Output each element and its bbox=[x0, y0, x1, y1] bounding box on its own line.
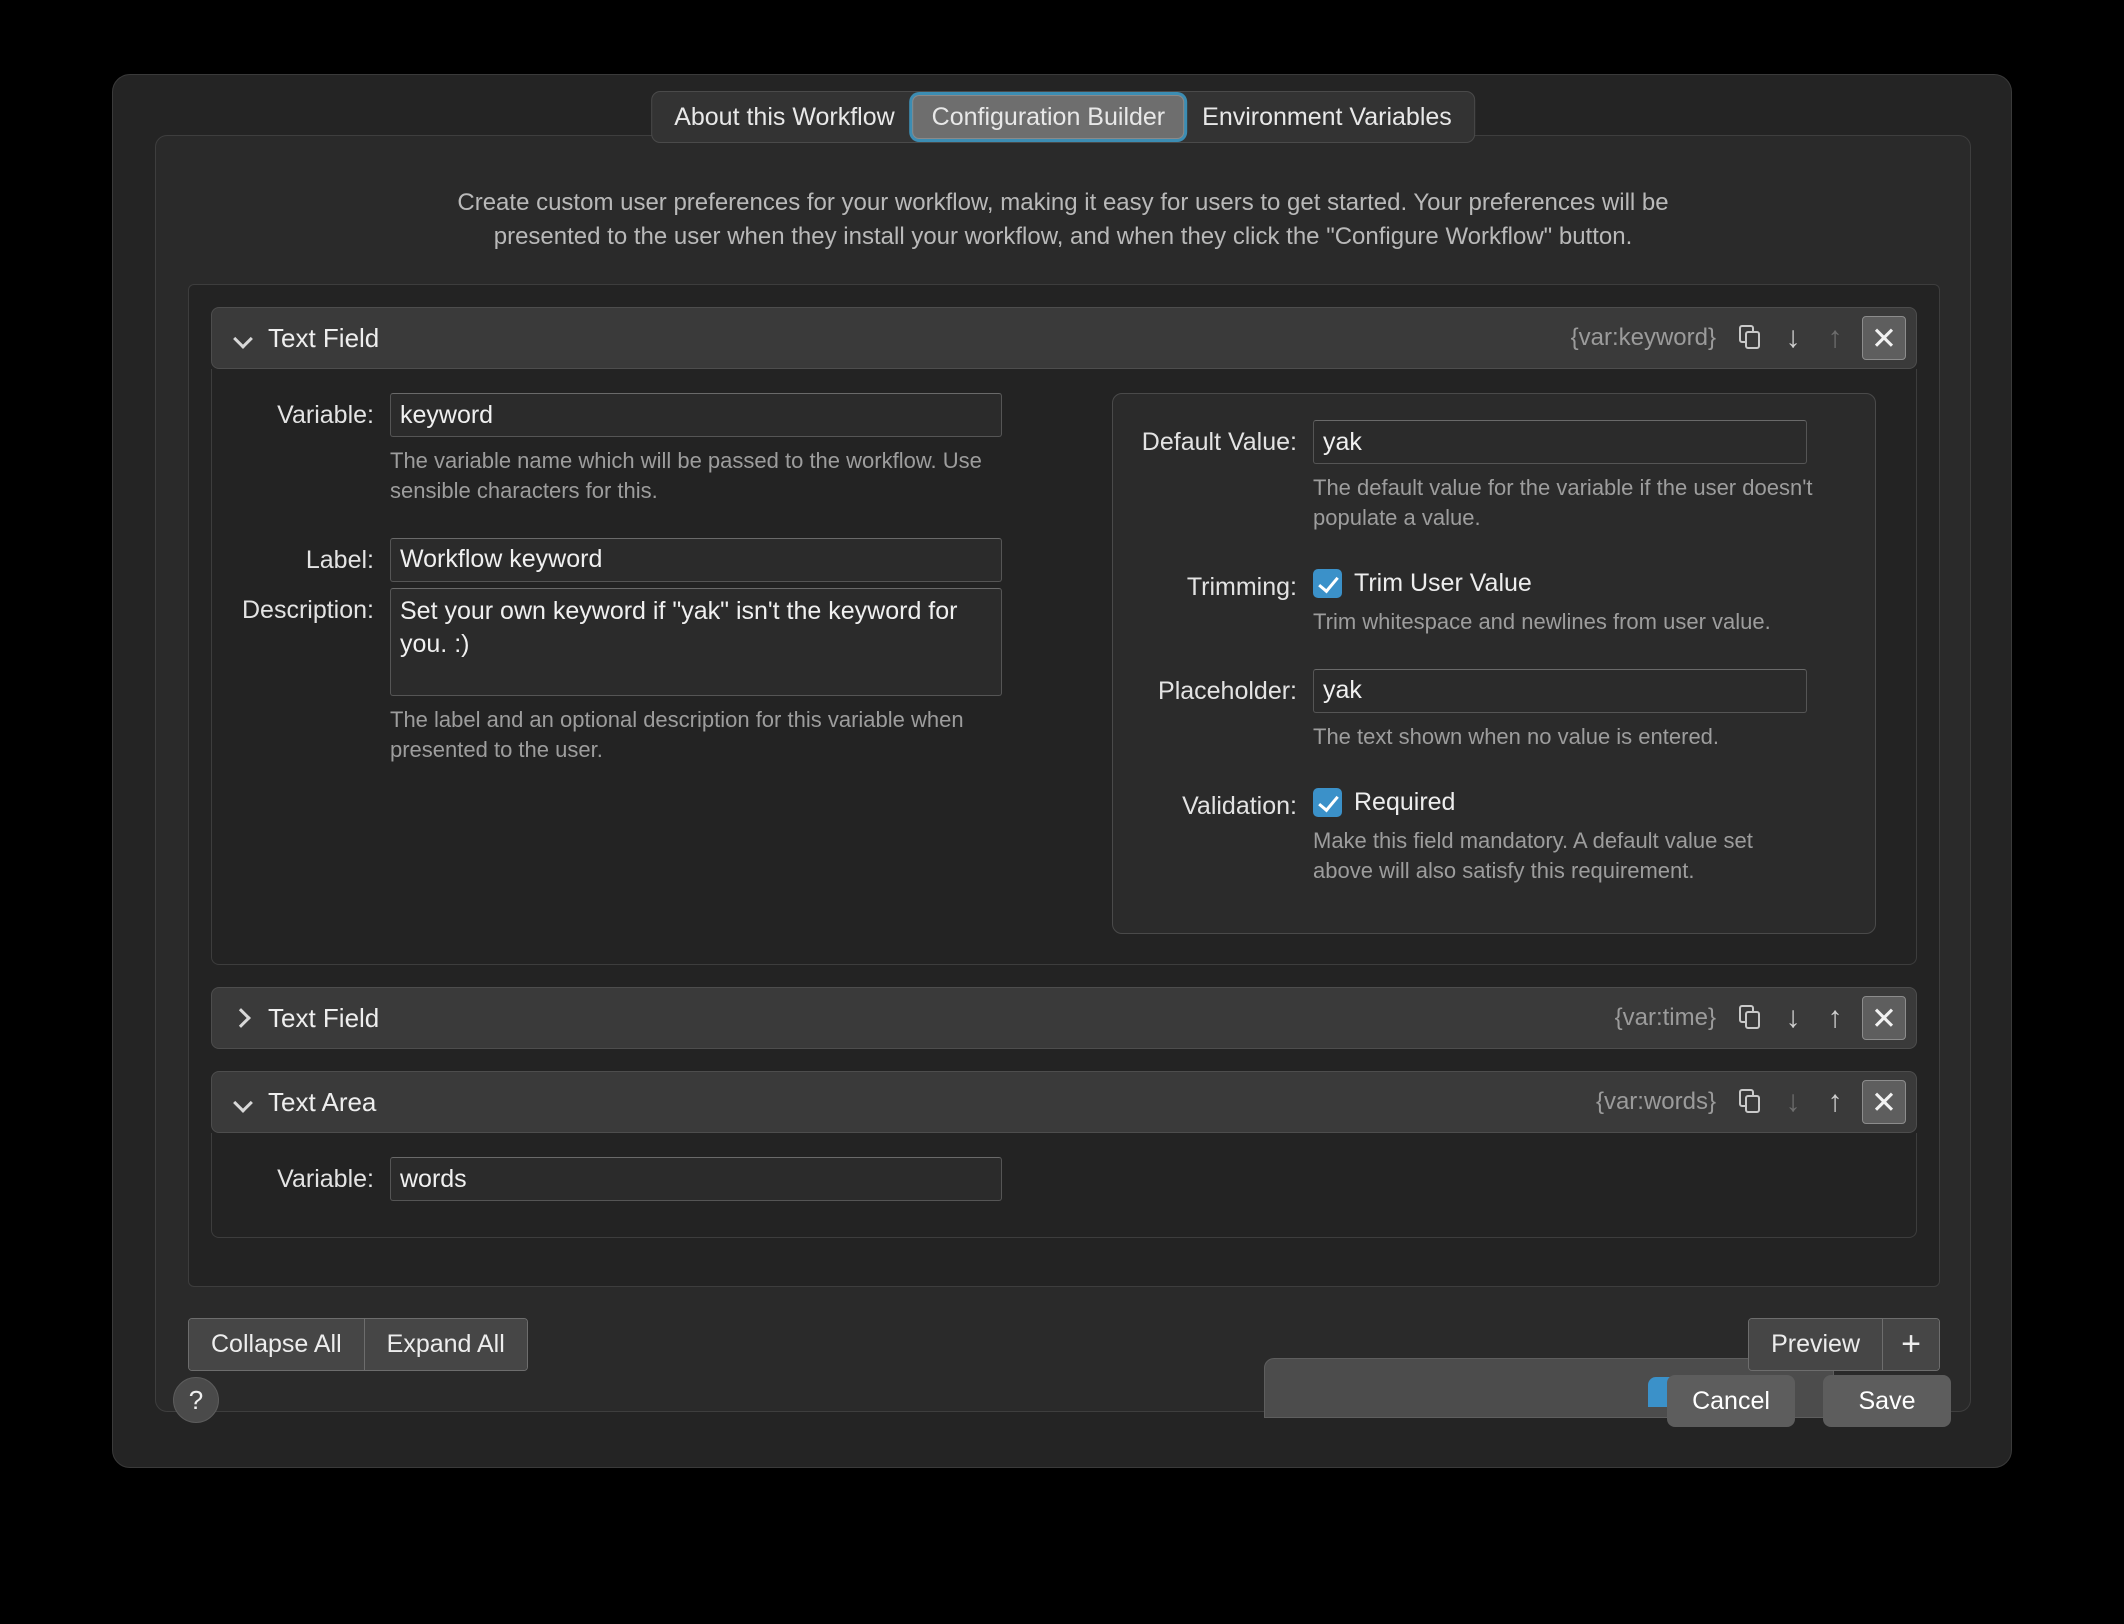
collapse-all-button[interactable]: Collapse All bbox=[189, 1319, 365, 1370]
trimming-row: Trimming: Trim User Value Trim whitespac… bbox=[1113, 565, 1845, 663]
preview-button[interactable]: Preview bbox=[1749, 1319, 1883, 1370]
variable-input[interactable]: words bbox=[390, 1157, 1002, 1202]
variable-hint: The variable name which will be passed t… bbox=[390, 448, 982, 503]
options-subpanel: Default Value: yak The default value for… bbox=[1112, 393, 1876, 935]
card-right-column bbox=[1092, 1157, 1916, 1207]
card-body: Variable: words bbox=[211, 1133, 1917, 1239]
default-value-input[interactable]: yak bbox=[1313, 420, 1807, 464]
copy-icon[interactable] bbox=[1730, 997, 1772, 1039]
placeholder-hint: The text shown when no value is entered. bbox=[1313, 723, 1720, 749]
configuration-list[interactable]: Text Field {var:keyword} ↓ ↑ ✕ Variable: bbox=[188, 284, 1940, 1287]
add-field-button[interactable]: + bbox=[1883, 1319, 1939, 1370]
variable-row: Variable: keyword The variable name whic… bbox=[212, 393, 1092, 532]
card-title: Text Field bbox=[268, 1002, 380, 1033]
card-header[interactable]: Text Area {var:words} ↓ ↑ ✕ bbox=[211, 1071, 1917, 1134]
variable-tag: {var:words} bbox=[1595, 1088, 1716, 1116]
required-label: Required bbox=[1354, 787, 1456, 816]
preview-add-group: Preview + bbox=[1748, 1318, 1940, 1371]
description-row: Description: Set your own keyword if "ya… bbox=[212, 587, 1092, 791]
description-label: Description: bbox=[242, 595, 374, 624]
move-up-icon[interactable]: ↑ bbox=[1814, 997, 1856, 1039]
card-header[interactable]: Text Field {var:keyword} ↓ ↑ ✕ bbox=[211, 307, 1917, 369]
tab-bar: About this Workflow Configuration Builde… bbox=[651, 91, 1475, 143]
help-button[interactable]: ? bbox=[173, 1377, 219, 1423]
chevron-down-icon[interactable] bbox=[230, 325, 256, 351]
tab-label: Environment Variables bbox=[1202, 102, 1452, 131]
move-down-icon[interactable]: ↓ bbox=[1772, 1081, 1814, 1123]
config-card-words: Text Area {var:words} ↓ ↑ ✕ Variable: wo… bbox=[211, 1071, 1917, 1239]
card-title: Text Area bbox=[268, 1086, 377, 1117]
label-label: Label: bbox=[305, 545, 374, 574]
trim-user-value-label: Trim User Value bbox=[1354, 568, 1532, 597]
label-input[interactable]: Workflow keyword bbox=[390, 537, 1002, 582]
variable-label: Variable: bbox=[277, 1165, 374, 1194]
default-value-row: Default Value: yak The default value for… bbox=[1113, 420, 1845, 559]
variable-tag: {var:keyword} bbox=[1570, 324, 1716, 351]
tab-about-this-workflow[interactable]: About this Workflow bbox=[656, 95, 912, 139]
collapse-expand-group: Collapse All Expand All bbox=[188, 1318, 528, 1371]
content-panel: About this Workflow Configuration Builde… bbox=[155, 91, 1971, 1418]
remove-icon[interactable]: ✕ bbox=[1862, 316, 1906, 360]
chevron-down-icon[interactable] bbox=[230, 1089, 256, 1115]
checkbox-checked-icon[interactable] bbox=[1313, 568, 1342, 598]
card-right-column: Default Value: yak The default value for… bbox=[1092, 393, 1916, 935]
default-value-hint: The default value for the variable if th… bbox=[1313, 475, 1813, 530]
expand-all-button[interactable]: Expand All bbox=[364, 1319, 527, 1370]
move-up-icon[interactable]: ↑ bbox=[1814, 1081, 1856, 1123]
card-left-column: Variable: keyword The variable name whic… bbox=[212, 393, 1092, 934]
save-button[interactable]: Save bbox=[1823, 1375, 1951, 1427]
tab-label: Configuration Builder bbox=[931, 102, 1166, 131]
config-card-keyword: Text Field {var:keyword} ↓ ↑ ✕ Variable: bbox=[211, 307, 1917, 966]
copy-icon[interactable] bbox=[1730, 317, 1772, 359]
tab-label: About this Workflow bbox=[674, 102, 895, 131]
move-down-icon[interactable]: ↓ bbox=[1772, 317, 1814, 359]
workflow-configuration-window: About this Workflow Configuration Builde… bbox=[112, 74, 2012, 1468]
tab-environment-variables[interactable]: Environment Variables bbox=[1184, 95, 1470, 139]
description-textarea[interactable]: Set your own keyword if "yak" isn't the … bbox=[390, 587, 1002, 696]
required-checkbox-row[interactable]: Required bbox=[1313, 784, 1845, 817]
move-down-icon[interactable]: ↓ bbox=[1772, 997, 1814, 1039]
description-hint: The label and an optional description fo… bbox=[390, 706, 964, 762]
placeholder-label: Placeholder: bbox=[1158, 676, 1297, 705]
chevron-right-icon[interactable] bbox=[230, 1005, 256, 1031]
trimming-hint: Trim whitespace and newlines from user v… bbox=[1313, 608, 1771, 634]
variable-input[interactable]: keyword bbox=[390, 393, 1002, 437]
trim-user-value-checkbox-row[interactable]: Trim User Value bbox=[1313, 565, 1845, 598]
move-up-icon[interactable]: ↑ bbox=[1814, 317, 1856, 359]
tab-configuration-builder[interactable]: Configuration Builder bbox=[912, 95, 1185, 139]
validation-label: Validation: bbox=[1182, 791, 1297, 820]
card-title: Text Field bbox=[268, 322, 380, 353]
copy-icon[interactable] bbox=[1730, 1081, 1772, 1123]
cancel-button[interactable]: Cancel bbox=[1667, 1375, 1795, 1427]
remove-icon[interactable]: ✕ bbox=[1862, 996, 1906, 1041]
footer-buttons: Cancel Save bbox=[1667, 1375, 1951, 1427]
trimming-label: Trimming: bbox=[1186, 572, 1297, 601]
variable-label: Variable: bbox=[277, 401, 374, 429]
remove-icon[interactable]: ✕ bbox=[1862, 1080, 1906, 1125]
default-value-label: Default Value: bbox=[1141, 428, 1297, 456]
config-card-time: Text Field {var:time} ↓ ↑ ✕ bbox=[211, 987, 1917, 1050]
intro-description: Create custom user preferences for your … bbox=[457, 189, 1669, 251]
placeholder-row: Placeholder: yak The text shown when no … bbox=[1113, 668, 1845, 778]
card-body: Variable: keyword The variable name whic… bbox=[211, 369, 1917, 966]
card-header[interactable]: Text Field {var:time} ↓ ↑ ✕ bbox=[211, 987, 1917, 1050]
validation-row: Validation: Required Make this field man… bbox=[1113, 784, 1845, 904]
placeholder-input[interactable]: yak bbox=[1313, 668, 1807, 713]
validation-hint: Make this field mandatory. A default val… bbox=[1313, 827, 1753, 883]
label-row: Label: Workflow keyword bbox=[212, 537, 1092, 582]
card-left-column: Variable: words bbox=[212, 1157, 1092, 1207]
variable-tag: {var:time} bbox=[1614, 1004, 1716, 1032]
list-toolbar: Collapse All Expand All Preview + bbox=[188, 1318, 1940, 1371]
variable-row: Variable: words bbox=[212, 1157, 1092, 1202]
checkbox-checked-icon[interactable] bbox=[1313, 787, 1342, 817]
